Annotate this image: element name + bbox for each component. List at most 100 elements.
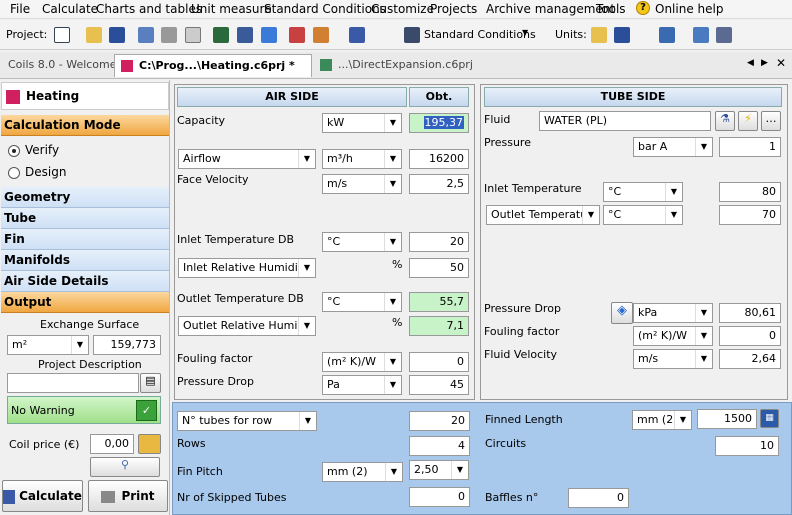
section-fin[interactable]: Fin	[1, 229, 169, 250]
description-edit-button[interactable]: ▤	[140, 373, 161, 393]
fluid-properties-button[interactable]: ⚗	[715, 111, 735, 131]
menu-charts[interactable]: Charts and tables	[96, 2, 202, 16]
fluid-label: Fluid	[484, 113, 511, 126]
open-folder-icon[interactable]	[86, 27, 102, 43]
rows-input[interactable]: 4	[409, 436, 470, 456]
pressure-unit-select[interactable]: bar A	[633, 137, 713, 157]
circuits-input[interactable]: 10	[715, 436, 779, 456]
fluid-more-button[interactable]: …	[761, 111, 781, 131]
capacity-unit-select[interactable]: kW	[322, 113, 402, 133]
section-manifolds[interactable]: Manifolds	[1, 250, 169, 271]
outlet-temp-unit-select[interactable]: °C	[322, 292, 402, 312]
tube-outlet-temp-input[interactable]: 70	[719, 205, 781, 225]
export-icon[interactable]	[693, 27, 709, 43]
tube-inlet-temp-unit-select[interactable]: °C	[603, 182, 683, 202]
units-open-icon[interactable]	[591, 27, 607, 43]
inlet-temp-unit-select[interactable]: °C	[322, 232, 402, 252]
list-icon[interactable]	[404, 27, 420, 43]
menu-calculate[interactable]: Calculate	[42, 2, 98, 16]
close-icon[interactable]: ✕	[776, 56, 786, 70]
fin-pitch-unit-select[interactable]: mm (2)	[322, 462, 403, 482]
air-pressure-drop-unit-select[interactable]: Pa	[322, 375, 402, 395]
face-velocity-unit-select[interactable]: m/s	[322, 174, 402, 194]
menu-file[interactable]: File	[10, 2, 30, 16]
fin-pitch-select[interactable]: 2,50	[409, 460, 469, 480]
tab-heating[interactable]: C:\Prog...\Heating.c6prj *	[114, 54, 312, 77]
user-icon[interactable]	[716, 27, 732, 43]
calculation-mode-header[interactable]: Calculation Mode	[1, 115, 169, 136]
money-icon[interactable]	[659, 27, 675, 43]
price-calc-button[interactable]	[138, 434, 161, 454]
exchange-surface-unit[interactable]: m²	[7, 335, 89, 355]
menu-customize[interactable]: Customize	[371, 2, 434, 16]
skipped-tubes-input[interactable]: 0	[409, 487, 470, 507]
inlet-temp-input[interactable]: 20	[409, 232, 469, 252]
menu-online-help[interactable]: Online help	[655, 2, 723, 16]
tools-icon[interactable]	[289, 27, 305, 43]
fluid-quick-button[interactable]: ⚡	[738, 111, 758, 131]
tab-prev-icon[interactable]: ◀	[747, 58, 754, 68]
length-calc-button[interactable]: ▦	[760, 409, 779, 428]
chevron-down-icon[interactable]: ▼	[522, 28, 528, 37]
exchange-surface-value: 159,773	[93, 335, 161, 355]
print-icon[interactable]	[161, 27, 177, 43]
tube-outlet-temp-unit-select[interactable]: °C	[603, 205, 683, 225]
new-file-icon[interactable]	[54, 27, 70, 43]
finned-length-unit-select[interactable]: mm (2)	[632, 410, 692, 430]
tube-fouling-input[interactable]: 0	[719, 326, 781, 346]
menu-projects[interactable]: Projects	[430, 2, 477, 16]
tubes-per-row-select[interactable]: N° tubes for row	[177, 411, 317, 431]
save-icon[interactable]	[109, 27, 125, 43]
baffles-input[interactable]: 0	[568, 488, 629, 508]
calculator-icon[interactable]	[138, 27, 154, 43]
tube-pressure-drop-unit-select[interactable]: kPa	[633, 303, 713, 323]
settings-icon[interactable]	[237, 27, 253, 43]
tube-outlet-temp-select[interactable]: Outlet Temperature	[486, 205, 600, 225]
edit-icon[interactable]	[349, 27, 365, 43]
search-button[interactable]: ⚲	[90, 457, 160, 477]
inlet-rh-input[interactable]: 50	[409, 258, 469, 278]
coil-price-input[interactable]: 0,00	[90, 434, 134, 454]
fouling-unit-select[interactable]: (m² K)/W	[322, 352, 402, 372]
pressure-drop-info-button[interactable]: ◈	[611, 302, 633, 324]
standard-conditions-dropdown[interactable]: Standard Conditions	[424, 28, 536, 41]
tab-direct-expansion[interactable]: ...\DirectExpansion.c6prj	[314, 54, 479, 77]
design-radio[interactable]	[8, 167, 20, 179]
inlet-rh-select[interactable]: Inlet Relative Humidity	[178, 258, 316, 278]
section-tube[interactable]: Tube	[1, 208, 169, 229]
fouling-input[interactable]: 0	[409, 352, 469, 372]
finned-length-input[interactable]: 1500	[697, 409, 757, 429]
print-label: Print	[121, 489, 155, 503]
tube-inlet-temp-input[interactable]: 80	[719, 182, 781, 202]
airflow-unit-select[interactable]: m³/h	[322, 149, 402, 169]
face-velocity-input[interactable]: 2,5	[409, 174, 469, 194]
pressure-input[interactable]: 1	[719, 137, 781, 157]
units-save-icon[interactable]	[614, 27, 630, 43]
pressure-label: Pressure	[484, 136, 531, 149]
preview-icon[interactable]	[185, 27, 201, 43]
project-description-input[interactable]	[7, 373, 139, 393]
chart-icon[interactable]	[213, 27, 229, 43]
airflow-input[interactable]: 16200	[409, 149, 469, 169]
menu-unit-measure[interactable]: Unit measure	[191, 2, 272, 16]
outlet-rh-select[interactable]: Outlet Relative Humidity	[178, 316, 316, 336]
tube-fouling-unit-select[interactable]: (m² K)/W	[633, 326, 713, 346]
verify-radio[interactable]	[8, 145, 20, 157]
section-geometry[interactable]: Geometry	[1, 187, 169, 208]
section-air-side-details[interactable]: Air Side Details	[1, 271, 169, 292]
menu-tools[interactable]: Tools	[596, 2, 626, 16]
fluid-velocity-unit-select[interactable]: m/s	[633, 349, 713, 369]
section-output[interactable]: Output	[1, 292, 169, 313]
butterfly-icon[interactable]	[261, 27, 277, 43]
tubes-per-row-input[interactable]: 20	[409, 411, 470, 431]
tab-next-icon[interactable]: ▶	[761, 58, 768, 68]
print-button[interactable]: Print	[88, 480, 168, 512]
tab-welcome[interactable]: Coils 8.0 - Welcome!	[2, 54, 127, 77]
menu-standard-conditions[interactable]: Standard Conditions	[264, 2, 386, 16]
calculator-icon: ▦	[765, 413, 774, 423]
airflow-select[interactable]: Airflow	[178, 149, 316, 169]
calculate-button[interactable]: Calculate	[2, 480, 83, 512]
units-label: Units:	[555, 28, 587, 41]
graph-icon[interactable]	[313, 27, 329, 43]
skipped-tubes-label: Nr of Skipped Tubes	[177, 491, 287, 504]
